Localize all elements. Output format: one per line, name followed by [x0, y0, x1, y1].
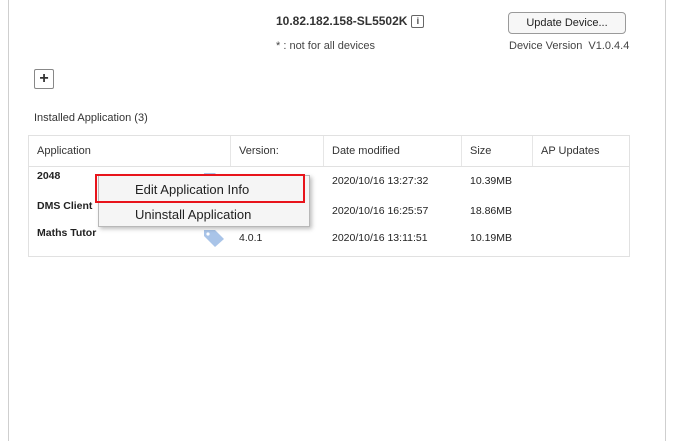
context-menu: Edit Application Info Uninstall Applicat… [98, 175, 310, 227]
device-note: * : not for all devices [276, 40, 376, 52]
add-application-button[interactable]: + [34, 69, 54, 89]
tag-icon [204, 230, 224, 247]
app-version: 4.0.1 [239, 232, 263, 244]
table-header: Application Version: Date modified Size … [29, 136, 629, 167]
app-name-cell: Maths Tutor [29, 225, 231, 251]
app-date-modified: 2020/10/16 16:25:57 [332, 205, 429, 217]
menu-item-edit-application-info[interactable]: Edit Application Info [99, 177, 309, 201]
column-header-date-modified[interactable]: Date modified [324, 136, 462, 166]
app-name: 2048 [37, 170, 61, 182]
device-version: Device Version V1.0.4.4 [509, 40, 629, 52]
device-version-label: Device Version [509, 40, 583, 52]
app-name: DMS Client [37, 200, 93, 212]
column-header-application[interactable]: Application [29, 136, 231, 166]
column-header-ap-updates[interactable]: AP Updates [533, 136, 629, 166]
app-size: 18.86MB [470, 205, 513, 217]
app-name: Maths Tutor [37, 227, 97, 239]
device-version-value: V1.0.4.4 [588, 40, 630, 52]
app-date-modified: 2020/10/16 13:27:32 [332, 175, 429, 187]
app-date-modified: 2020/10/16 13:11:51 [332, 232, 428, 244]
plus-icon: + [39, 70, 49, 87]
device-name: 10.82.182.158-SL5502K i [276, 14, 425, 28]
info-icon[interactable]: i [411, 14, 425, 28]
app-size: 10.39MB [470, 175, 513, 187]
app-size: 10.19MB [470, 232, 513, 244]
column-header-version[interactable]: Version: [231, 136, 324, 166]
app-ap-updates [533, 168, 629, 194]
device-name-text: 10.82.182.158-SL5502K [276, 14, 408, 28]
update-device-button[interactable]: Update Device... [508, 12, 626, 34]
menu-item-uninstall-application[interactable]: Uninstall Application [99, 202, 309, 226]
table-row[interactable]: Maths Tutor 4.0.1 2020/10/16 13:11:51 10… [29, 225, 629, 251]
column-header-size[interactable]: Size [462, 136, 533, 166]
installed-applications-label: Installed Application (3) [34, 112, 148, 124]
app-ap-updates [533, 198, 629, 224]
app-ap-updates [533, 225, 629, 251]
